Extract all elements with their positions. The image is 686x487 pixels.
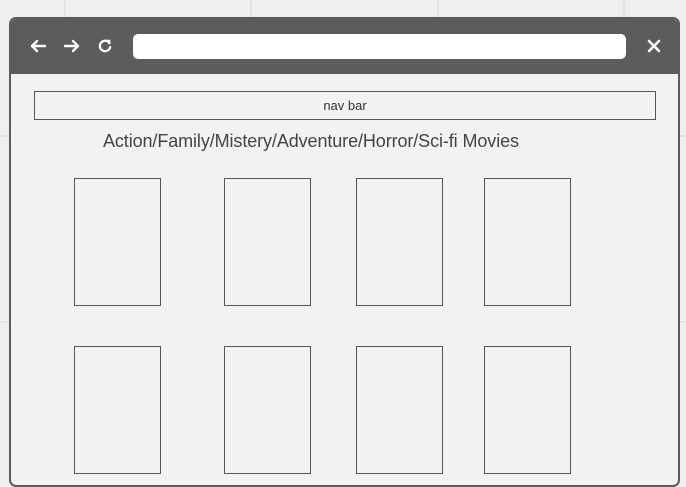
browser-titlebar bbox=[11, 19, 678, 74]
movie-card[interactable] bbox=[356, 346, 443, 474]
page-heading: Action/Family/Mistery/Adventure/Horror/S… bbox=[103, 131, 519, 151]
movie-card[interactable] bbox=[74, 178, 161, 306]
movie-card[interactable] bbox=[484, 346, 571, 474]
reload-icon bbox=[98, 39, 112, 53]
movie-card[interactable] bbox=[224, 178, 311, 306]
movie-card[interactable] bbox=[224, 346, 311, 474]
forward-button[interactable] bbox=[61, 36, 83, 56]
arrow-left-icon bbox=[30, 39, 47, 53]
movie-card[interactable] bbox=[74, 346, 161, 474]
address-bar[interactable] bbox=[133, 34, 626, 59]
arrow-right-icon bbox=[63, 39, 80, 53]
nav-bar[interactable]: nav bar bbox=[34, 91, 656, 120]
movie-card[interactable] bbox=[356, 178, 443, 306]
movie-card[interactable] bbox=[484, 178, 571, 306]
reload-button[interactable] bbox=[94, 36, 116, 56]
close-icon bbox=[647, 39, 661, 53]
browser-window: nav bar Action/Family/Mistery/Adventure/… bbox=[9, 17, 680, 487]
back-button[interactable] bbox=[27, 36, 49, 56]
close-button[interactable] bbox=[643, 36, 665, 56]
